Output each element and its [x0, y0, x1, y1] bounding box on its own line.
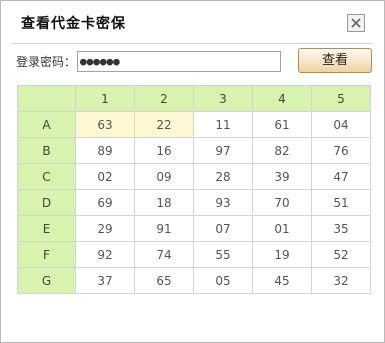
grid-header-row: 1 2 3 4 5: [17, 85, 371, 112]
row-header: C: [17, 163, 76, 190]
grid-cell: 02: [75, 163, 135, 190]
grid-cell: 92: [75, 241, 135, 268]
dialog-titlebar: 查看代金卡密保: [1, 1, 384, 45]
column-header: 5: [311, 85, 371, 112]
grid-row: G 37 65 05 45 32: [17, 267, 371, 294]
grid-cell: 05: [193, 267, 253, 294]
grid-cell: 07: [193, 215, 253, 242]
grid-cell: 93: [193, 189, 253, 216]
grid-cell: 65: [134, 267, 194, 294]
grid-row: D 69 18 93 70 51: [17, 189, 371, 216]
grid-cell: 19: [252, 241, 312, 268]
close-icon: [351, 18, 361, 28]
grid-cell: 76: [311, 137, 371, 164]
close-button[interactable]: [347, 14, 365, 32]
grid-cell: 22: [134, 111, 194, 138]
grid-row: E 29 91 07 01 35: [17, 215, 371, 242]
grid-cell: 47: [311, 163, 371, 190]
grid-cell: 63: [75, 111, 135, 138]
row-header: G: [17, 267, 76, 294]
grid-cell: 70: [252, 189, 312, 216]
grid-cell: 09: [134, 163, 194, 190]
row-header: B: [17, 137, 76, 164]
password-label: 登录密码：: [16, 55, 77, 69]
row-header: A: [17, 111, 76, 138]
grid-cell: 97: [193, 137, 253, 164]
grid-cell: 35: [311, 215, 371, 242]
column-header: 3: [193, 85, 253, 112]
grid-cell: 45: [252, 267, 312, 294]
grid-cell: 37: [75, 267, 135, 294]
grid-cell: 18: [134, 189, 194, 216]
grid-cell: 52: [311, 241, 371, 268]
grid-cell: 89: [75, 137, 135, 164]
grid-cell: 39: [252, 163, 312, 190]
security-card-grid: 1 2 3 4 5 A 63 22 11 61 04 B 89 16 97 82 76 C 02 09 28 3…: [17, 85, 371, 294]
grid-cell: 04: [311, 111, 371, 138]
grid-cell: 29: [75, 215, 135, 242]
grid-cell: 74: [134, 241, 194, 268]
grid-row: F 92 74 55 19 52: [17, 241, 371, 268]
grid-corner-cell: [17, 85, 76, 112]
dialog-title: 查看代金卡密保: [21, 16, 126, 32]
grid-cell: 16: [134, 137, 194, 164]
grid-cell: 91: [134, 215, 194, 242]
grid-cell: 69: [75, 189, 135, 216]
row-header: E: [17, 215, 76, 242]
password-input[interactable]: [77, 51, 281, 72]
row-header: F: [17, 241, 76, 268]
grid-cell: 11: [193, 111, 253, 138]
title-divider: [11, 43, 373, 44]
grid-cell: 82: [252, 137, 312, 164]
column-header: 1: [75, 85, 135, 112]
grid-cell: 51: [311, 189, 371, 216]
column-header: 2: [134, 85, 194, 112]
grid-cell: 55: [193, 241, 253, 268]
grid-row: C 02 09 28 39 47: [17, 163, 371, 190]
secure-card-dialog: 查看代金卡密保 登录密码： 查看 1 2 3 4 5 A6322116104B8…: [0, 0, 385, 343]
grid-cell: 32: [311, 267, 371, 294]
grid-cell: 61: [252, 111, 312, 138]
view-button[interactable]: 查看: [298, 48, 372, 73]
grid-cell: 01: [252, 215, 312, 242]
row-header: D: [17, 189, 76, 216]
grid-cell: 28: [193, 163, 253, 190]
grid-row: B 89 16 97 82 76: [17, 137, 371, 164]
column-header: 4: [252, 85, 312, 112]
grid-row: A 63 22 11 61 04: [17, 111, 371, 138]
